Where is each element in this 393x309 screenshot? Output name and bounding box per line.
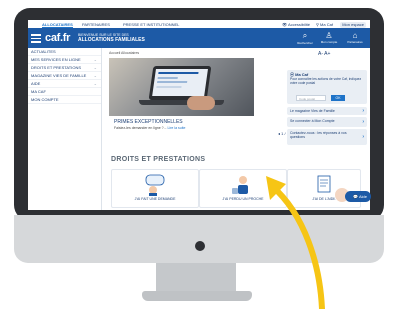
menu-item-label: MES SERVICES EN LIGNE (31, 57, 81, 62)
laptop-screen (152, 69, 208, 96)
menu-item-label: DROITS ET PRESTATIONS (31, 65, 82, 70)
hero-subtitle-text: Faisiez-les demander en ligne ?... (114, 126, 167, 130)
menu-item-mon-compte[interactable]: MON COMPTE (28, 96, 101, 104)
search-icon: ⌕ (302, 31, 308, 40)
chevron-left-icon[interactable]: ◂ (278, 131, 280, 136)
menu-item-aide[interactable]: AIDE ⌄ (28, 80, 101, 88)
chevron-down-icon: ⌄ (93, 73, 97, 78)
menu-burger-icon[interactable] (31, 32, 41, 44)
accessibility-label: Accessibilité (287, 22, 310, 27)
yellow-arrow-icon (266, 176, 325, 309)
hand-illustration (187, 96, 215, 110)
menu-item-magazine[interactable]: MAGAZINE VIES DE FAMILLE ⌄ (28, 72, 101, 80)
power-indicator-icon (195, 241, 205, 251)
user-icon: ♙ (325, 31, 333, 40)
ma-caf-link[interactable]: ⚲ Ma Caf (316, 22, 333, 27)
chevron-down-icon: ⌄ (93, 81, 97, 86)
menu-item-ma-caf[interactable]: MA CAF (28, 88, 101, 96)
account-button[interactable]: ♙ Mon compte (318, 31, 340, 44)
speech-bubble-icon (145, 174, 165, 196)
search-label: Rechercher (297, 41, 313, 45)
link-label: Se connecter à Mon Compte (290, 119, 335, 123)
link-mon-compte[interactable]: Se connecter à Mon Compte › (287, 117, 367, 127)
tab-presse[interactable]: PRESSE ET INSTITUTIONNEL (123, 22, 179, 27)
card-demande[interactable]: J'AI FAIT UNE DEMANDE (111, 169, 199, 208)
font-size-control[interactable]: A- A+ (318, 51, 330, 57)
menu-item-label: ACTUALITES (31, 49, 56, 54)
link-label: Contactez-nous : les réponses à vos ques… (290, 131, 347, 139)
tagline-main: ALLOCATIONS FAMILIALES (78, 37, 145, 43)
menu-item-services[interactable]: MES SERVICES EN LIGNE ⌄ (28, 56, 101, 64)
ma-caf-label: Ma Caf (320, 22, 333, 27)
accessibility-link[interactable]: 👁 Accessibilité (282, 22, 310, 27)
hero-title: PRIMES EXCEPTIONNELLES (114, 119, 183, 125)
menu-item-label: MON COMPTE (31, 97, 59, 102)
chevron-right-icon: › (362, 119, 364, 125)
caf-logo[interactable]: caf.fr (45, 32, 70, 44)
sidebar-menu: ACTUALITES MES SERVICES EN LIGNE ⌄ DROITS… (28, 48, 102, 210)
chevron-down-icon: ⌄ (93, 65, 97, 70)
chevron-right-icon: › (362, 108, 364, 114)
link-label: Le magazine Vies de Famille (290, 109, 335, 113)
hero-subtitle: Faisiez-les demander en ligne ?... Lire … (114, 126, 185, 130)
menu-item-label: AIDE (31, 81, 41, 86)
tab-partenaires[interactable]: PARTENAIRES (82, 22, 110, 27)
laptop-illustration (148, 66, 212, 100)
ma-caf-text: Pour connaître les actions de votre Caf,… (290, 77, 362, 86)
read-more-link[interactable]: Lire la suite (168, 126, 186, 130)
card-label: J'AI FAIT UNE DEMANDE (134, 197, 176, 201)
monitor-stand (156, 263, 236, 293)
postal-code-ok-button[interactable]: OK (331, 95, 345, 101)
postal-code-input[interactable]: Code postal (296, 95, 326, 101)
menu-item-label: MAGAZINE VIES DE FAMILLE (31, 73, 87, 78)
monitor-stand-base (142, 291, 252, 301)
partner-button[interactable]: ⌂ Partenaires (344, 31, 366, 44)
menu-item-label: MA CAF (31, 89, 46, 94)
breadcrumb[interactable]: Accueil Allocataires (109, 51, 139, 55)
menu-item-droits[interactable]: DROITS ET PRESTATIONS ⌄ (28, 64, 101, 72)
hero-carousel-image[interactable] (109, 58, 254, 116)
chevron-down-icon: ⌄ (93, 57, 97, 62)
search-button[interactable]: ⌕ Rechercher (294, 31, 316, 45)
account-label: Mon compte (320, 40, 338, 44)
section-title: DROITS ET PRESTATIONS (111, 156, 206, 163)
home-icon: ⌂ (352, 31, 358, 40)
link-contact[interactable]: Contactez-nous : les réponses à vos ques… (287, 129, 367, 145)
link-magazine[interactable]: Le magazine Vies de Famille › (287, 107, 367, 115)
header-tagline: BIENVENUE SUR LE SITE DES ALLOCATIONS FA… (78, 33, 145, 43)
menu-item-actualites[interactable]: ACTUALITES (28, 48, 101, 56)
partner-label: Partenaires (347, 40, 363, 44)
chevron-right-icon: › (362, 134, 364, 140)
site-header: caf.fr BIENVENUE SUR LE SITE DES ALLOCAT… (28, 28, 370, 48)
ma-caf-box: ⦿ Ma Caf Pour connaître les actions de v… (287, 70, 367, 104)
